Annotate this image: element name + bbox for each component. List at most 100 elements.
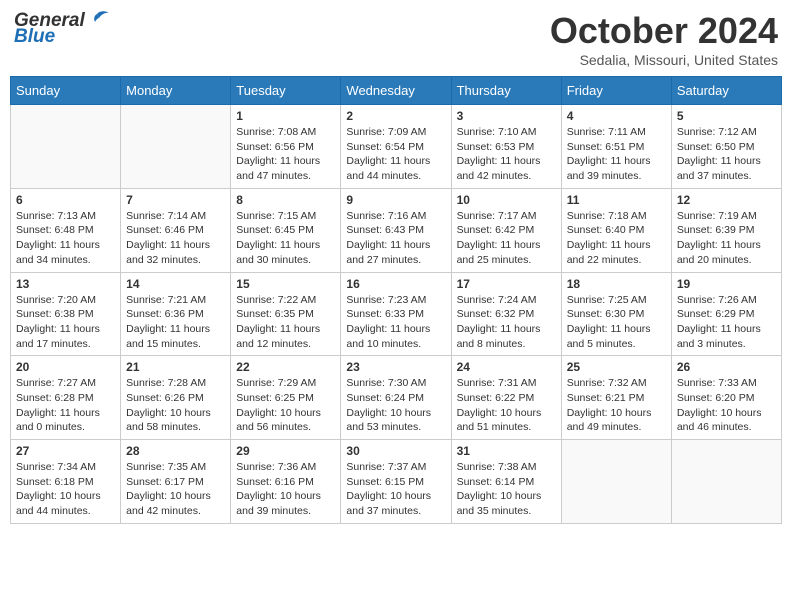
day-info: Sunrise: 7:16 AM Sunset: 6:43 PM Dayligh… [346, 209, 445, 268]
calendar-cell: 23 Sunrise: 7:30 AM Sunset: 6:24 PM Dayli… [341, 356, 451, 440]
calendar-cell: 20Sunrise: 7:27 AM Sunset: 6:28 PM Dayli… [11, 356, 121, 440]
day-info: Sunrise: 7:33 AM Sunset: 6:20 PM Dayligh… [677, 376, 776, 435]
calendar-cell: 17 Sunrise: 7:24 AM Sunset: 6:32 PM Dayli… [451, 272, 561, 356]
day-info: Sunrise: 7:34 AM Sunset: 6:18 PM Dayligh… [16, 460, 115, 519]
day-info: Sunrise: 7:32 AM Sunset: 6:21 PM Dayligh… [567, 376, 666, 435]
calendar-cell: 1 Sunrise: 7:08 AM Sunset: 6:56 PM Daylig… [231, 105, 341, 189]
day-number: 4 [567, 109, 666, 123]
day-info: Sunrise: 7:09 AM Sunset: 6:54 PM Dayligh… [346, 125, 445, 184]
calendar-cell [561, 440, 671, 524]
day-number: 30 [346, 444, 445, 458]
day-info: Sunrise: 7:26 AM Sunset: 6:29 PM Dayligh… [677, 293, 776, 352]
day-number: 11 [567, 193, 666, 207]
day-number: 14 [126, 277, 225, 291]
day-info: Sunrise: 7:35 AM Sunset: 6:17 PM Dayligh… [126, 460, 225, 519]
calendar-cell: 27 Sunrise: 7:34 AM Sunset: 6:18 PM Dayli… [11, 440, 121, 524]
calendar-cell: 30 Sunrise: 7:37 AM Sunset: 6:15 PM Dayli… [341, 440, 451, 524]
calendar-cell: 12Sunrise: 7:19 AM Sunset: 6:39 PM Dayli… [671, 188, 781, 272]
logo-blue: Blue [14, 26, 55, 48]
calendar-cell: 25 Sunrise: 7:32 AM Sunset: 6:21 PM Dayli… [561, 356, 671, 440]
day-number: 17 [457, 277, 556, 291]
day-number: 1 [236, 109, 335, 123]
page-header: General Blue October 2024 Sedalia, Misso… [10, 10, 782, 68]
day-number: 18 [567, 277, 666, 291]
calendar-table: SundayMondayTuesdayWednesdayThursdayFrid… [10, 76, 782, 524]
calendar-week-row: 20Sunrise: 7:27 AM Sunset: 6:28 PM Dayli… [11, 356, 782, 440]
day-info: Sunrise: 7:12 AM Sunset: 6:50 PM Dayligh… [677, 125, 776, 184]
calendar-cell: 14Sunrise: 7:21 AM Sunset: 6:36 PM Dayli… [121, 272, 231, 356]
day-number: 10 [457, 193, 556, 207]
day-number: 15 [236, 277, 335, 291]
day-number: 2 [346, 109, 445, 123]
day-number: 7 [126, 193, 225, 207]
calendar-cell [11, 105, 121, 189]
day-info: Sunrise: 7:17 AM Sunset: 6:42 PM Dayligh… [457, 209, 556, 268]
day-info: Sunrise: 7:15 AM Sunset: 6:45 PM Dayligh… [236, 209, 335, 268]
calendar-cell: 11 Sunrise: 7:18 AM Sunset: 6:40 PM Dayli… [561, 188, 671, 272]
day-number: 22 [236, 360, 335, 374]
day-number: 13 [16, 277, 115, 291]
day-number: 8 [236, 193, 335, 207]
day-info: Sunrise: 7:18 AM Sunset: 6:40 PM Dayligh… [567, 209, 666, 268]
day-info: Sunrise: 7:08 AM Sunset: 6:56 PM Dayligh… [236, 125, 335, 184]
calendar-cell: 18 Sunrise: 7:25 AM Sunset: 6:30 PM Dayli… [561, 272, 671, 356]
calendar-cell: 10 Sunrise: 7:17 AM Sunset: 6:42 PM Dayli… [451, 188, 561, 272]
calendar-cell: 9Sunrise: 7:16 AM Sunset: 6:43 PM Daylig… [341, 188, 451, 272]
calendar-cell: 19 Sunrise: 7:26 AM Sunset: 6:29 PM Dayli… [671, 272, 781, 356]
day-info: Sunrise: 7:11 AM Sunset: 6:51 PM Dayligh… [567, 125, 666, 184]
calendar-cell: 16Sunrise: 7:23 AM Sunset: 6:33 PM Dayli… [341, 272, 451, 356]
weekday-header-friday: Friday [561, 77, 671, 105]
day-info: Sunrise: 7:22 AM Sunset: 6:35 PM Dayligh… [236, 293, 335, 352]
day-info: Sunrise: 7:28 AM Sunset: 6:26 PM Dayligh… [126, 376, 225, 435]
location-title: Sedalia, Missouri, United States [550, 52, 778, 68]
day-number: 27 [16, 444, 115, 458]
calendar-cell: 7 Sunrise: 7:14 AM Sunset: 6:46 PM Daylig… [121, 188, 231, 272]
day-number: 23 [346, 360, 445, 374]
day-number: 28 [126, 444, 225, 458]
calendar-week-row: 1 Sunrise: 7:08 AM Sunset: 6:56 PM Daylig… [11, 105, 782, 189]
day-info: Sunrise: 7:30 AM Sunset: 6:24 PM Dayligh… [346, 376, 445, 435]
calendar-cell: 13Sunrise: 7:20 AM Sunset: 6:38 PM Dayli… [11, 272, 121, 356]
day-info: Sunrise: 7:10 AM Sunset: 6:53 PM Dayligh… [457, 125, 556, 184]
weekday-header-sunday: Sunday [11, 77, 121, 105]
day-number: 19 [677, 277, 776, 291]
day-number: 5 [677, 109, 776, 123]
calendar-week-row: 13Sunrise: 7:20 AM Sunset: 6:38 PM Dayli… [11, 272, 782, 356]
calendar-cell [671, 440, 781, 524]
day-info: Sunrise: 7:31 AM Sunset: 6:22 PM Dayligh… [457, 376, 556, 435]
day-info: Sunrise: 7:14 AM Sunset: 6:46 PM Dayligh… [126, 209, 225, 268]
weekday-header-row: SundayMondayTuesdayWednesdayThursdayFrid… [11, 77, 782, 105]
weekday-header-tuesday: Tuesday [231, 77, 341, 105]
day-info: Sunrise: 7:27 AM Sunset: 6:28 PM Dayligh… [16, 376, 115, 435]
calendar-cell: 6Sunrise: 7:13 AM Sunset: 6:48 PM Daylig… [11, 188, 121, 272]
calendar-cell: 21 Sunrise: 7:28 AM Sunset: 6:26 PM Dayli… [121, 356, 231, 440]
day-info: Sunrise: 7:13 AM Sunset: 6:48 PM Dayligh… [16, 209, 115, 268]
weekday-header-monday: Monday [121, 77, 231, 105]
day-info: Sunrise: 7:19 AM Sunset: 6:39 PM Dayligh… [677, 209, 776, 268]
calendar-cell: 22 Sunrise: 7:29 AM Sunset: 6:25 PM Dayli… [231, 356, 341, 440]
logo: General Blue [14, 10, 109, 48]
day-info: Sunrise: 7:29 AM Sunset: 6:25 PM Dayligh… [236, 376, 335, 435]
calendar-cell: 28 Sunrise: 7:35 AM Sunset: 6:17 PM Dayli… [121, 440, 231, 524]
day-info: Sunrise: 7:38 AM Sunset: 6:14 PM Dayligh… [457, 460, 556, 519]
day-info: Sunrise: 7:37 AM Sunset: 6:15 PM Dayligh… [346, 460, 445, 519]
calendar-cell: 31 Sunrise: 7:38 AM Sunset: 6:14 PM Dayli… [451, 440, 561, 524]
calendar-week-row: 27 Sunrise: 7:34 AM Sunset: 6:18 PM Dayli… [11, 440, 782, 524]
day-number: 31 [457, 444, 556, 458]
day-number: 16 [346, 277, 445, 291]
calendar-cell: 8 Sunrise: 7:15 AM Sunset: 6:45 PM Daylig… [231, 188, 341, 272]
logo-bird-icon [87, 10, 109, 28]
calendar-cell: 2 Sunrise: 7:09 AM Sunset: 6:54 PM Daylig… [341, 105, 451, 189]
day-info: Sunrise: 7:24 AM Sunset: 6:32 PM Dayligh… [457, 293, 556, 352]
calendar-cell: 15 Sunrise: 7:22 AM Sunset: 6:35 PM Dayli… [231, 272, 341, 356]
day-number: 25 [567, 360, 666, 374]
calendar-cell: 3Sunrise: 7:10 AM Sunset: 6:53 PM Daylig… [451, 105, 561, 189]
day-number: 24 [457, 360, 556, 374]
calendar-cell: 26 Sunrise: 7:33 AM Sunset: 6:20 PM Dayli… [671, 356, 781, 440]
day-info: Sunrise: 7:25 AM Sunset: 6:30 PM Dayligh… [567, 293, 666, 352]
day-number: 26 [677, 360, 776, 374]
day-info: Sunrise: 7:36 AM Sunset: 6:16 PM Dayligh… [236, 460, 335, 519]
month-title: October 2024 [550, 10, 778, 52]
weekday-header-saturday: Saturday [671, 77, 781, 105]
day-number: 21 [126, 360, 225, 374]
